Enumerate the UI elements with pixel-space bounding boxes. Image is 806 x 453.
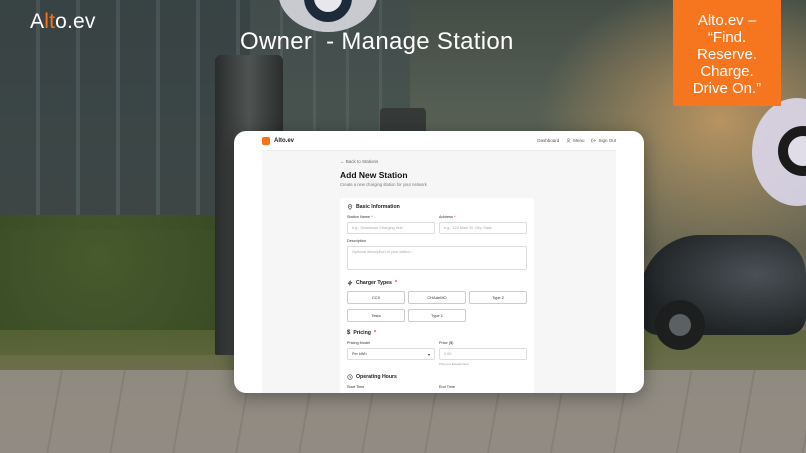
station-name-input[interactable]: e.g., Downtown Charging Hub xyxy=(347,222,435,234)
back-link[interactable]: ← Back to Stations xyxy=(340,159,378,164)
logo-accent: lt xyxy=(44,10,56,33)
required-mark: * xyxy=(371,215,373,219)
section-operating-hours: Operating Hours xyxy=(347,374,397,380)
price-hint: Price per kilowatt-hour xyxy=(439,362,469,366)
nav-menu-label: Menu xyxy=(573,138,585,143)
station-name-label: Station Name * xyxy=(347,215,373,219)
nav-signout[interactable]: Sign Out xyxy=(591,138,616,143)
back-link-label: Back to Stations xyxy=(345,159,379,164)
tagline-line: Alto.ev – xyxy=(697,12,757,29)
price-input[interactable]: 0.00 xyxy=(439,348,527,360)
description-textarea[interactable]: Optional description of your station... xyxy=(347,246,527,270)
tagline-line: Drive On.” xyxy=(692,80,762,97)
chevron-down-icon: ▾ xyxy=(427,351,430,357)
dollar-icon: $ xyxy=(347,330,351,336)
app-brand[interactable]: Alto.ev xyxy=(262,136,295,145)
section-title: Operating Hours xyxy=(356,374,397,380)
description-label: Description xyxy=(347,239,366,243)
logo-text: A xyxy=(30,10,45,33)
end-time-label: End Time xyxy=(439,385,456,389)
placeholder: 0.00 xyxy=(444,352,452,356)
address-label: Address * xyxy=(439,215,455,219)
label-text: Address xyxy=(439,215,453,219)
page-title: Add New Station xyxy=(340,170,408,180)
charger-option-ccs[interactable]: CCS xyxy=(347,291,405,304)
nav-signout-label: Sign Out xyxy=(598,138,616,143)
nav-dashboard[interactable]: Dashboard xyxy=(537,138,559,143)
placeholder: Optional description of your station... xyxy=(352,250,414,254)
pricing-model-label: Pricing Model xyxy=(347,341,371,345)
logo-icon xyxy=(262,136,270,145)
nav-menu[interactable]: Menu xyxy=(566,138,584,143)
ring-shape xyxy=(778,126,806,176)
charger-option-type1[interactable]: Type 1 xyxy=(408,309,466,322)
device-screenshot: Alto.ev Dashboard Menu Sign Out ← Back t… xyxy=(234,131,644,393)
clock-icon xyxy=(347,374,353,380)
placeholder: e.g., Downtown Charging Hub xyxy=(352,226,403,230)
logo-text: o.ev xyxy=(55,10,96,33)
section-title: Pricing xyxy=(353,330,371,336)
page-subtitle: Create a new charging station for your n… xyxy=(340,182,427,187)
app-brand-label: Alto.ev xyxy=(274,137,295,144)
ring-shape xyxy=(304,0,352,22)
pricing-model-select[interactable]: Per kWh ▾ xyxy=(347,348,435,360)
selected-value: Per kWh xyxy=(352,352,367,356)
user-icon xyxy=(566,138,571,143)
price-label: Price ($) xyxy=(439,341,454,345)
required-mark: * xyxy=(373,330,376,336)
start-time-label: Start Time xyxy=(347,385,365,389)
signout-icon xyxy=(591,138,597,143)
section-pricing: $ Pricing * xyxy=(347,330,376,336)
app-nav: Dashboard Menu Sign Out xyxy=(537,138,616,143)
section-title: Charger Types xyxy=(356,280,392,286)
tagline-line: Charge. xyxy=(700,63,754,80)
placeholder: e.g., 123 Main St, City, State xyxy=(444,226,493,230)
required-mark: * xyxy=(454,215,456,219)
app-body: ← Back to Stations Add New Station Creat… xyxy=(262,151,616,393)
address-input[interactable]: e.g., 123 Main St, City, State xyxy=(439,222,527,234)
section-charger-types: Charger Types * xyxy=(347,280,397,286)
section-title: Basic Information xyxy=(356,204,400,210)
charger-option-chademo[interactable]: CHAdeMO xyxy=(408,291,466,304)
required-mark: * xyxy=(394,280,397,286)
charger-option-type2[interactable]: Type 2 xyxy=(469,291,527,304)
location-pin-icon xyxy=(347,204,353,210)
app-topbar: Alto.ev Dashboard Menu Sign Out xyxy=(262,131,616,151)
charger-option-tesla[interactable]: Tesla xyxy=(347,309,405,322)
tagline-line: Reserve. xyxy=(696,46,758,63)
section-basic-info: Basic Information xyxy=(347,204,400,210)
bolt-icon xyxy=(347,280,353,286)
tagline-line: “Find. xyxy=(707,29,747,46)
tagline-box: Alto.ev – “Find. Reserve. Charge. Drive … xyxy=(673,0,781,106)
slide-title: Owner - Manage Station xyxy=(240,28,514,55)
form-card: Basic Information Station Name * e.g., D… xyxy=(340,198,534,393)
brand-logo: Alto.ev xyxy=(30,10,96,34)
label-text: Station Name xyxy=(347,215,371,219)
